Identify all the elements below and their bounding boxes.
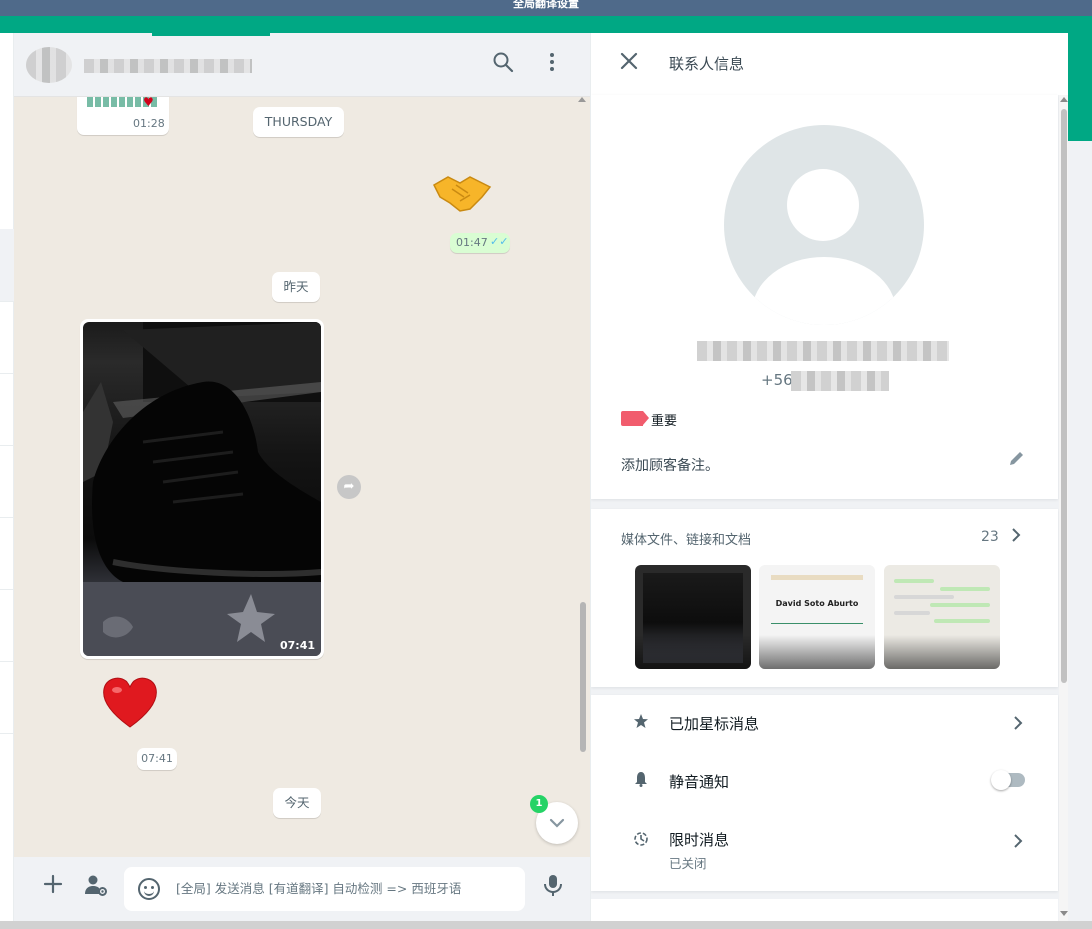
- app-header-bar: [0, 16, 1092, 33]
- forward-icon[interactable]: ➦: [337, 475, 361, 499]
- message-time: 07:41: [137, 748, 177, 770]
- contact-phone-blurred: [791, 371, 889, 391]
- plus-icon[interactable]: [38, 873, 68, 903]
- media-section[interactable]: 媒体文件、链接和文档 23 David Soto Aburto: [591, 509, 1058, 687]
- close-icon[interactable]: [617, 51, 641, 75]
- incoming-photo-message[interactable]: 07:41: [80, 319, 324, 659]
- contact-name-blurred: [697, 341, 949, 361]
- mute-notifications-toggle[interactable]: [991, 770, 1025, 790]
- contact-phone: +56: [761, 371, 793, 389]
- handshake-emoji[interactable]: [430, 167, 500, 217]
- conversation-pane: ♥ 01:28 THURSDAY 01:47 ✓✓ 昨天 07:41 ➦ 07:…: [14, 33, 590, 921]
- default-avatar-icon[interactable]: [724, 125, 924, 325]
- contact-info-header: 联系人信息: [591, 33, 1068, 95]
- chat-list-edge: [0, 33, 14, 921]
- message-input[interactable]: [全局] 发送消息 [有道翻译] 自动检测 => 西班牙语: [124, 867, 525, 911]
- date-separator: THURSDAY: [253, 107, 344, 137]
- message-list[interactable]: ♥ 01:28 THURSDAY 01:47 ✓✓ 昨天 07:41 ➦ 07:…: [14, 97, 590, 857]
- chevron-right-icon: [1013, 833, 1023, 854]
- contact-name-blurred[interactable]: [84, 59, 252, 73]
- date-separator: 今天: [273, 788, 321, 818]
- chat-scroll-up-arrow[interactable]: [578, 97, 586, 102]
- contact-profile-card: +56 重要 添加顾客备注。: [591, 95, 1058, 499]
- next-section-partial: [591, 899, 1058, 921]
- bell-icon: [631, 771, 651, 791]
- microphone-icon[interactable]: [538, 873, 568, 903]
- toggle-knob: [991, 770, 1011, 790]
- label-tag-icon[interactable]: [621, 411, 649, 426]
- app-header-bar-edge: [1068, 33, 1092, 141]
- media-section-title[interactable]: 媒体文件、链接和文档: [621, 529, 751, 548]
- star-icon: [631, 713, 651, 733]
- scrollbar-thumb[interactable]: [1061, 109, 1067, 683]
- chat-list-item-selected[interactable]: [0, 229, 14, 301]
- contact-info-scrollbar[interactable]: [1059, 95, 1068, 921]
- window-title-bar: 全局翻译设置: [0, 0, 1092, 16]
- message-time: 01:28: [133, 117, 165, 130]
- media-thumbnail-document[interactable]: David Soto Aburto: [759, 565, 875, 669]
- settings-section: 已加星标消息 静音通知 限时消息 已关闭: [591, 695, 1058, 891]
- photo-sneaker[interactable]: 07:41: [83, 322, 321, 656]
- double-check-read-icon: ✓✓: [490, 235, 509, 248]
- search-icon[interactable]: [489, 51, 517, 79]
- starred-messages-row[interactable]: 已加星标消息: [591, 695, 1058, 753]
- starred-messages-label: 已加星标消息: [669, 715, 760, 733]
- disappearing-messages-row[interactable]: 限时消息 已关闭: [591, 813, 1058, 883]
- scroll-up-arrow[interactable]: [1060, 97, 1068, 102]
- unread-count-badge: 1: [530, 795, 548, 813]
- contact-label[interactable]: 重要: [651, 410, 677, 429]
- header-tab-indicator: [152, 33, 270, 36]
- chat-scrollbar-thumb[interactable]: [580, 602, 586, 752]
- sticker-icon[interactable]: [138, 878, 160, 900]
- mute-notifications-label: 静音通知: [669, 773, 730, 791]
- timer-icon: [631, 831, 651, 851]
- pencil-icon[interactable]: [1005, 449, 1029, 473]
- heart-emoji: ♥: [143, 97, 154, 109]
- document-thumbnail-title: David Soto Aburto: [775, 599, 859, 608]
- media-thumbnail-photo[interactable]: [635, 565, 751, 669]
- person-gear-icon[interactable]: [81, 873, 111, 903]
- media-count: 23: [981, 529, 999, 545]
- conversation-header[interactable]: [14, 33, 590, 97]
- contact-avatar-blurred[interactable]: [26, 47, 72, 83]
- scroll-down-arrow[interactable]: [1060, 911, 1068, 916]
- customer-note-prompt[interactable]: 添加顾客备注。: [621, 455, 719, 475]
- window-title: 全局翻译设置: [513, 0, 579, 10]
- compose-bar: [全局] 发送消息 [有道翻译] 自动检测 => 西班牙语: [14, 857, 590, 921]
- mute-notifications-row[interactable]: 静音通知: [591, 753, 1058, 813]
- red-heart-emoji[interactable]: [100, 673, 160, 733]
- outgoing-time-bubble: 01:47 ✓✓: [450, 233, 510, 253]
- contact-info-panel: 联系人信息 +56 重要 添加顾客备注。 媒体文件、链接和文档 23 David…: [590, 33, 1068, 921]
- message-time: 01:47: [456, 236, 488, 249]
- chevron-right-icon: [1013, 715, 1023, 736]
- disappearing-messages-label: 限时消息: [669, 831, 730, 849]
- date-separator: 昨天: [272, 272, 320, 302]
- bottom-edge-strip: [0, 921, 1092, 929]
- chevron-right-icon[interactable]: [1011, 527, 1021, 548]
- contact-info-title: 联系人信息: [669, 55, 745, 73]
- photo-time: 07:41: [279, 639, 315, 652]
- media-thumbnail-screenshot[interactable]: [884, 565, 1000, 669]
- disappearing-messages-status: 已关闭: [669, 856, 707, 871]
- right-edge-strip: [1068, 141, 1092, 921]
- incoming-message-bubble[interactable]: ♥ 01:28: [77, 97, 169, 135]
- more-vertical-icon[interactable]: [538, 51, 566, 79]
